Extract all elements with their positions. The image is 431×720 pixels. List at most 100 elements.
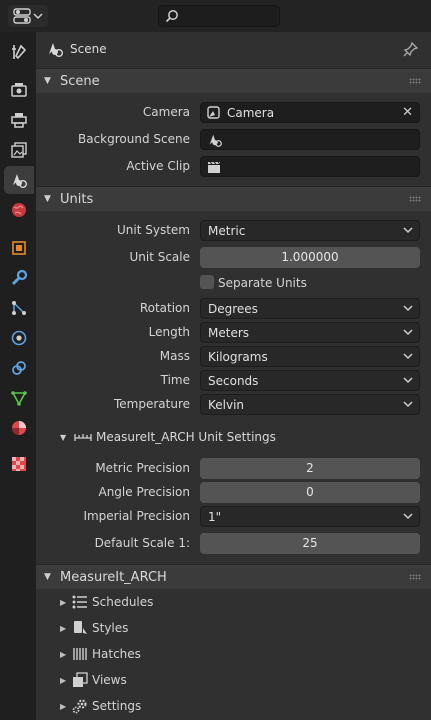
brush-icon — [74, 621, 87, 634]
tab-texture[interactable] — [4, 450, 34, 478]
tab-data[interactable] — [4, 384, 34, 412]
list-icon — [72, 595, 87, 609]
unit-scale-field[interactable]: 1.000000 — [200, 247, 420, 268]
chevron-down-icon — [403, 227, 413, 234]
temperature-dropdown[interactable]: Kelvin — [200, 394, 420, 415]
measureit-arch-panel-header[interactable]: ▼ MeasureIt_ARCH — [36, 564, 431, 589]
tab-world[interactable] — [4, 196, 34, 224]
background-scene-field[interactable] — [200, 129, 420, 150]
tab-view-layer[interactable] — [4, 136, 34, 164]
unit-system-label: Unit System — [117, 223, 190, 237]
panel-title: Units — [60, 191, 94, 207]
tab-object[interactable] — [4, 234, 34, 262]
default-scale-field[interactable]: 25 — [200, 533, 420, 554]
output-icon — [11, 113, 27, 128]
schedules-subpanel[interactable]: ▶ Schedules — [36, 590, 431, 614]
default-scale-row: Default Scale 1: 25 — [36, 533, 431, 554]
hatches-subpanel[interactable]: ▶ Hatches — [36, 642, 431, 666]
chevron-down-icon: ▼ — [60, 432, 67, 442]
drag-grip-icon[interactable] — [409, 574, 421, 580]
constraints-icon — [12, 361, 26, 375]
rotation-dropdown[interactable]: Degrees — [200, 298, 420, 319]
tab-render[interactable] — [4, 76, 34, 104]
temperature-label: Temperature — [113, 397, 190, 411]
tab-material[interactable] — [4, 414, 34, 442]
particles-icon — [12, 301, 26, 315]
measureit-unit-settings-header[interactable]: ▼ MeasureIt_ARCH Unit Settings — [36, 426, 431, 448]
settings-subpanel[interactable]: ▶ Settings — [36, 694, 431, 718]
temperature-row: Temperature Kelvin — [36, 394, 431, 415]
clear-icon[interactable]: ✕ — [402, 105, 413, 120]
time-label: Time — [160, 373, 190, 387]
angle-precision-label: Angle Precision — [98, 485, 190, 499]
chevron-down-icon — [403, 401, 413, 408]
mass-dropdown[interactable]: Kilograms — [200, 346, 420, 367]
dropdown-value: Kelvin — [208, 398, 245, 412]
tab-output[interactable] — [4, 106, 34, 134]
subpanel-label: Views — [92, 673, 127, 687]
camera-field[interactable]: Camera ✕ — [200, 102, 420, 123]
dropdown-value: 1" — [208, 510, 222, 524]
views-subpanel[interactable]: ▶ Views — [36, 668, 431, 692]
units-panel-header[interactable]: ▼ Units — [36, 186, 431, 211]
scene-panel-header[interactable]: ▼ Scene — [36, 68, 431, 93]
unit-system-dropdown[interactable]: Metric — [200, 220, 420, 241]
chevron-right-icon: ▶ — [60, 649, 67, 659]
background-scene-label: Background Scene — [78, 132, 190, 146]
unit-scale-label: Unit Scale — [129, 250, 190, 264]
length-dropdown[interactable]: Meters — [200, 322, 420, 343]
chevron-down-icon — [403, 305, 413, 312]
imperial-precision-dropdown[interactable]: 1" — [200, 506, 420, 527]
tab-physics[interactable] — [4, 324, 34, 352]
hatch-icon — [73, 648, 87, 660]
tab-tool[interactable] — [4, 38, 34, 66]
editor-type-button[interactable] — [8, 5, 48, 27]
world-icon — [12, 203, 26, 217]
search-icon — [165, 10, 178, 23]
separate-units-row: Separate Units — [36, 274, 431, 295]
panel-title: Scene — [60, 73, 100, 89]
pin-icon[interactable] — [403, 41, 419, 57]
separate-units-label: Separate Units — [218, 276, 307, 290]
angle-precision-field[interactable]: 0 — [200, 482, 420, 503]
active-clip-row: Active Clip — [36, 156, 431, 177]
mass-label: Mass — [159, 349, 190, 363]
rotation-label: Rotation — [139, 301, 190, 315]
tab-constraints[interactable] — [4, 354, 34, 382]
drag-grip-icon[interactable] — [409, 78, 421, 84]
dropdown-value: Seconds — [208, 374, 259, 388]
chevron-down-icon — [403, 513, 413, 520]
time-dropdown[interactable]: Seconds — [200, 370, 420, 391]
camera-value: Camera — [227, 106, 275, 120]
dropdown-value: Meters — [208, 326, 250, 340]
styles-subpanel[interactable]: ▶ Styles — [36, 616, 431, 640]
search-input[interactable] — [158, 5, 280, 27]
subpanel-title: MeasureIt_ARCH Unit Settings — [96, 430, 276, 444]
metric-precision-field[interactable]: 2 — [200, 458, 420, 479]
properties-tab-bar — [0, 32, 36, 720]
chevron-down-icon — [403, 377, 413, 384]
tab-particles[interactable] — [4, 294, 34, 322]
view-layer-icon — [11, 142, 27, 158]
views-icon — [73, 672, 88, 687]
separate-units-checkbox[interactable] — [200, 275, 214, 289]
top-bar — [0, 0, 431, 32]
properties-panel: Scene ▼ Scene Camera Camera ✕ Background… — [36, 32, 431, 720]
drag-grip-icon[interactable] — [409, 196, 421, 202]
chevron-down-icon: ▼ — [44, 572, 51, 582]
rotation-row: Rotation Degrees — [36, 298, 431, 319]
active-clip-field[interactable] — [200, 156, 420, 177]
context-breadcrumb: Scene — [36, 32, 431, 66]
clip-icon — [208, 161, 221, 173]
chevron-right-icon: ▶ — [60, 623, 67, 633]
texture-icon — [12, 457, 26, 471]
data-icon — [11, 391, 27, 406]
active-clip-label: Active Clip — [126, 159, 190, 173]
length-row: Length Meters — [36, 322, 431, 343]
unit-scale-row: Unit Scale 1.000000 — [36, 247, 431, 268]
tab-scene[interactable] — [4, 166, 34, 194]
ruler-icon — [74, 434, 92, 441]
physics-icon — [11, 330, 27, 346]
time-row: Time Seconds — [36, 370, 431, 391]
tab-modifiers[interactable] — [4, 264, 34, 292]
